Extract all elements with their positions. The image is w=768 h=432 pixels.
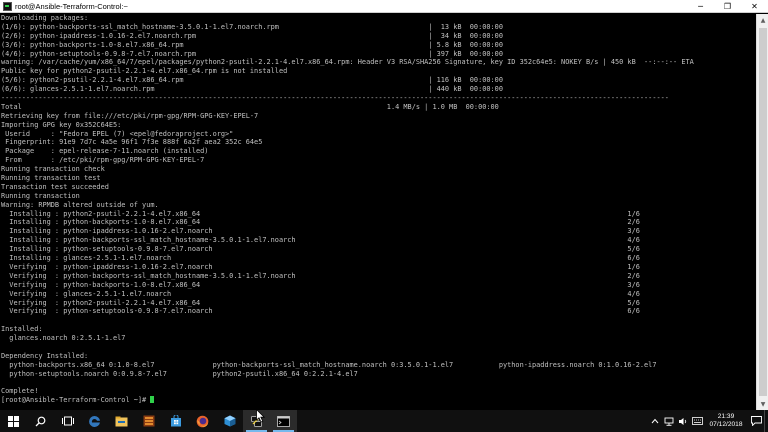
terminal-output[interactable]: Downloading packages: (1/6): python-backp… [0,14,756,410]
terminal-line: Verifying : python-ipaddress-1.0.16-2.el… [1,262,640,271]
command-prompt-icon [277,415,290,427]
terminal-line: (4/6): python-setuptools-0.9.8-7.el7.noa… [1,49,503,58]
terminal-line: (2/6): python-ipaddress-1.0.16-2.el7.noa… [1,31,503,40]
terminal-line: Warning: RPMDB altered outside of yum. [1,200,159,209]
terminal-line: ----------------------------------------… [1,94,669,103]
taskbar-rack-app-button[interactable] [135,410,162,432]
terminal-line: Verifying : glances-2.5.1-1.el7.noarch 4… [1,289,640,298]
terminal-line: Userid : "Fedora EPEL (7) <epel@fedorapr… [1,129,234,138]
start-button[interactable] [0,410,27,432]
file-explorer-icon [115,416,128,426]
store-bag-icon [170,415,181,427]
clock-date: 07/12/2018 [709,421,743,428]
terminal-line: Dependency Installed: [1,351,89,360]
volume-button[interactable] [676,410,690,432]
keyboard-button[interactable] [690,410,704,432]
terminal-line: Running transaction test [1,174,101,183]
clock-time: 21:39 [717,413,735,420]
taskbar-store-button[interactable] [162,410,189,432]
taskbar-clock[interactable]: 21:39 07/12/2018 [704,413,748,429]
maximize-button[interactable]: ❐ [714,0,741,13]
terminal-line: Importing GPG key 0x352C64E5: [1,120,122,129]
terminal-line: (3/6): python-backports-1.0-8.el7.x86_64… [1,40,503,49]
terminal-line: Running transaction [1,191,80,200]
cube-app-icon [224,415,235,427]
windows-logo-icon [8,415,19,427]
putty-terminal-icon [3,1,12,11]
terminal-line: Total 1.4 MB/s | 1.0 MB 00:00:00 [1,102,499,111]
terminal-line: Installed: [1,325,43,334]
terminal-line: python-backports.x86_64 0:1.0-8.el7 pyth… [1,360,657,369]
scrollbar-thumb[interactable] [759,28,767,396]
window-title: root@Ansible-Terraform-Control:~ [15,1,128,11]
text-cursor [150,396,155,404]
taskbar-azure-tool-button[interactable] [216,410,243,432]
minimize-button[interactable]: ─ [687,0,714,13]
terminal-line: Verifying : python2-psutil-2.2.1-4.el7.x… [1,298,640,307]
speaker-icon [679,417,687,425]
terminal-line: Retrieving key from file:///etc/pki/rpm-… [1,111,259,120]
terminal-line: Installing : glances-2.5.1-1.el7.noarch … [1,254,640,263]
terminal-line: Installing : python2-psutil-2.2.1-4.el7.… [1,209,640,218]
chevron-up-icon [651,418,659,424]
search-button[interactable] [27,410,54,432]
scroll-up-arrow-icon[interactable]: ▲ [757,14,768,26]
shell-prompt: [root@Ansible-Terraform-Control ~]# [1,396,151,405]
task-view-icon [61,416,74,426]
terminal-line: Verifying : python-setuptools-0.9.8-7.el… [1,307,640,316]
show-hidden-icons-button[interactable] [648,410,662,432]
terminal-line: (6/6): glances-2.5.1-1.el7.noarch.rpm | … [1,85,503,94]
terminal-line: python-setuptools.noarch 0:0.9.8-7.el7 p… [1,369,358,378]
terminal-line: Running transaction check [1,165,105,174]
terminal-line: Downloading packages: [1,14,89,22]
taskbar-edge-button[interactable] [81,410,108,432]
terminal-line: warning: /var/cache/yum/x86_64/7/epel/pa… [1,58,694,67]
terminal-prompt-line[interactable]: [root@Ansible-Terraform-Control ~]# [1,396,756,405]
window-title-bar[interactable]: root@Ansible-Terraform-Control:~ ─ ❐ ✕ [0,0,768,13]
taskbar-firefox-button[interactable] [189,410,216,432]
terminal-scrollbar[interactable]: ▲ ▼ [756,14,768,410]
notification-icon [750,416,762,426]
terminal-line: (5/6): python2-psutil-2.2.1-4.el7.x86_64… [1,76,503,85]
terminal-line: Fingerprint: 91e9 7d7c 4a5e 96f1 7f3e 88… [1,138,263,147]
terminal-line: glances.noarch 0:2.5.1-1.el7 [1,334,126,343]
task-view-button[interactable] [54,410,81,432]
terminal-line: Installing : python-backports-ssl_match_… [1,236,640,245]
terminal-line: Public key for python2-psutil-2.2.1-4.el… [1,67,288,76]
taskbar-terminal-button[interactable] [270,410,297,432]
windows-taskbar: 21:39 07/12/2018 [0,410,768,432]
mouse-pointer-icon [256,409,266,423]
search-icon [35,416,46,426]
terminal-line: Complete! [1,387,39,396]
terminal-line: Transaction test succeeded [1,182,109,191]
terminal-line: Installing : python-ipaddress-1.0.16-2.e… [1,227,640,236]
server-rack-icon [143,415,154,427]
terminal-line: Installing : python-backports-1.0-8.el7.… [1,218,640,227]
taskbar-file-explorer-button[interactable] [108,410,135,432]
close-button[interactable]: ✕ [741,0,768,13]
action-center-button[interactable] [748,410,764,432]
firefox-icon [196,415,209,427]
window-controls: ─ ❐ ✕ [687,0,768,13]
terminal-line: Package : epel-release-7-11.noarch (inst… [1,147,209,156]
terminal-line: Verifying : python-backports-1.0-8.el7.x… [1,280,640,289]
terminal-line: Verifying : python-backports-ssl_match_h… [1,271,640,280]
terminal-line: (1/6): python-backports-ssl_match_hostna… [1,22,503,31]
edge-browser-icon [89,415,100,427]
system-tray: 21:39 07/12/2018 [648,410,768,432]
keyboard-icon [691,417,703,425]
scroll-down-arrow-icon[interactable]: ▼ [757,398,768,410]
show-desktop-button[interactable] [764,410,768,432]
network-button[interactable] [662,410,676,432]
network-icon [664,417,674,426]
terminal-line: Installing : python-setuptools-0.9.8-7.e… [1,245,640,254]
terminal-line: From : /etc/pki/rpm-gpg/RPM-GPG-KEY-EPEL… [1,156,205,165]
